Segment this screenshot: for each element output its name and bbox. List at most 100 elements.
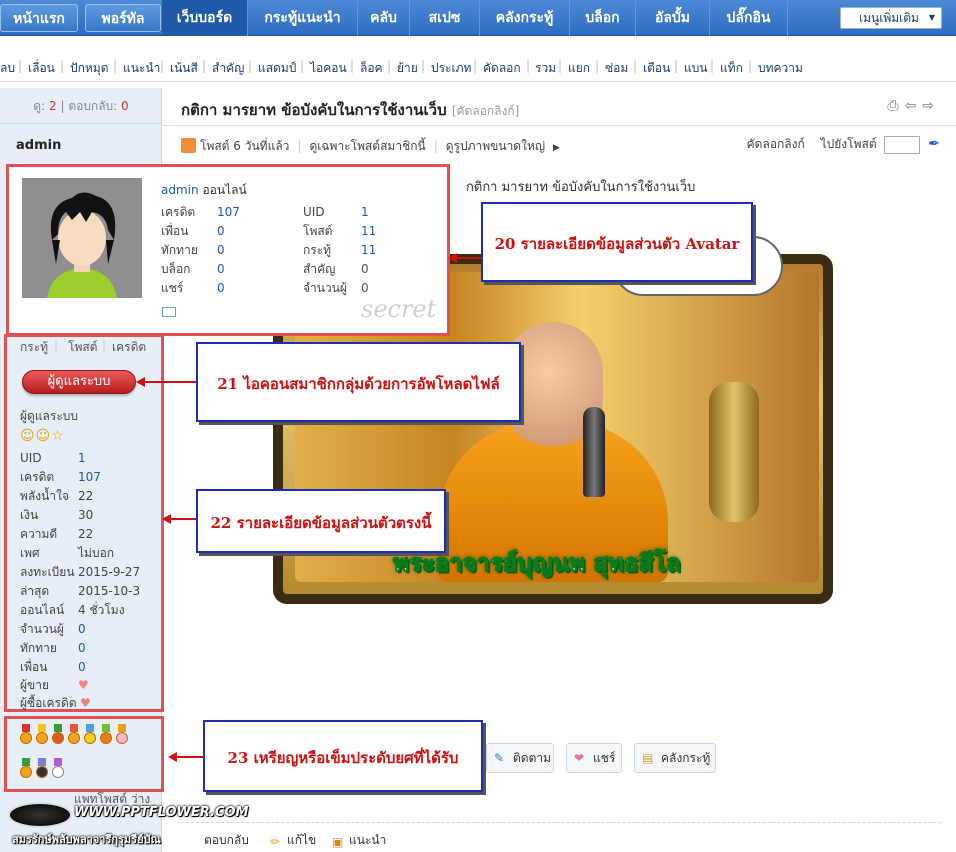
copy-link-button[interactable]: คัดลอกลิงก์ — [747, 137, 805, 151]
medal-icon[interactable] — [36, 724, 48, 744]
profile-value: 30 — [78, 508, 94, 522]
mod-warn[interactable]: เตือน — [643, 59, 670, 78]
profile-label: เพื่อน — [20, 660, 48, 674]
more-menu-dropdown[interactable]: เมนูเพิ่มเติม ▼ — [840, 7, 942, 29]
reply-label: ตอบกลับ — [204, 833, 249, 847]
mod-tag[interactable]: แท็ก — [720, 59, 743, 78]
profile-value[interactable]: 107 — [78, 468, 101, 487]
nav-blog[interactable]: บล็อก — [570, 0, 636, 36]
profile-label: ความดี — [20, 527, 58, 541]
user-group-badge[interactable]: ผู้ดูแลระบบ — [22, 370, 136, 394]
only-author-link[interactable]: ดูเฉพาะโพสต์สมาชิกนี้ — [309, 139, 425, 153]
divider: | — [387, 59, 392, 73]
mod-highlight[interactable]: เน้นสี — [170, 59, 198, 78]
nav-recommended[interactable]: กระทู้แนะนำ — [248, 0, 358, 36]
nav-archive[interactable]: คลังกระทู้ — [480, 0, 570, 36]
stat-value[interactable]: 0 — [217, 222, 225, 241]
recommend-button[interactable]: ▣ แนะนำ — [332, 831, 386, 850]
medal-icon[interactable] — [84, 724, 96, 744]
divider: | — [60, 59, 65, 73]
divider: | — [674, 59, 679, 73]
mod-type[interactable]: ประเภท — [431, 59, 471, 78]
medal-icon[interactable] — [52, 724, 64, 744]
thread-stats: ดู: 2 | ตอบกลับ: 0 — [0, 88, 162, 124]
mod-recommend[interactable]: แนะนำ — [123, 59, 160, 78]
mod-copy[interactable]: คัดลอก — [483, 59, 521, 78]
mod-stamp[interactable]: แสดมป์ — [258, 59, 296, 78]
stat-value[interactable]: 1 — [361, 203, 369, 222]
arrow-line — [456, 257, 482, 259]
stat-label: แชร์ — [161, 281, 184, 295]
medal-icon[interactable] — [36, 758, 48, 778]
mod-split[interactable]: แยก — [568, 59, 590, 78]
nav-album[interactable]: อัลบั้ม — [636, 0, 710, 36]
stat-label: สำคัญ — [303, 262, 336, 276]
stat-value[interactable]: 11 — [361, 241, 376, 260]
stat-value[interactable]: 0 — [217, 241, 225, 260]
medal-icon[interactable] — [20, 724, 32, 744]
profile-value[interactable]: 1 — [78, 449, 86, 468]
stat-label: โพสต์ — [303, 224, 333, 238]
mod-ban[interactable]: แบน — [684, 59, 708, 78]
profile-value[interactable]: 0 — [78, 639, 86, 658]
nav-plugin[interactable]: ปลั๊กอิน — [710, 0, 788, 36]
nav-portal[interactable]: พอร์ทัล — [85, 4, 161, 32]
divider — [181, 822, 941, 823]
divider: | — [558, 59, 563, 73]
stat-value[interactable]: 107 — [217, 203, 240, 222]
mod-pin[interactable]: ปักหมุด — [70, 59, 109, 78]
medals-area — [18, 722, 148, 788]
edit-button[interactable]: ✏ แก้ไข — [270, 831, 316, 850]
nav-space[interactable]: สเปซ — [410, 0, 480, 36]
large-image-link[interactable]: ดูรูปภาพขนาดใหญ่ — [446, 139, 545, 153]
avatar[interactable] — [22, 178, 142, 298]
profile-value[interactable]: 0 — [78, 620, 86, 639]
mod-repair[interactable]: ซ่อม — [605, 59, 628, 78]
medal-icon[interactable] — [68, 724, 80, 744]
nav-home[interactable]: หน้าแรก — [0, 4, 78, 32]
mod-move[interactable]: เลื่อน — [28, 59, 55, 78]
reply-button[interactable]: ตอบกลับ — [204, 831, 249, 850]
replies-label: ตอบกลับ: — [68, 99, 118, 113]
profile-value[interactable]: 0 — [78, 658, 86, 677]
profile-value: 2015-9-27 — [78, 565, 141, 579]
nav-forum[interactable]: เว็บบอร์ด — [162, 0, 248, 36]
rank-stars: ☺☺☆ — [20, 428, 65, 444]
goto-post-label: ไปยังโพสต์ — [820, 137, 877, 151]
mod-merge[interactable]: รวม — [535, 59, 556, 78]
share-button[interactable]: ❤ แชร์ — [566, 743, 622, 773]
follow-label: ติดตาม — [513, 751, 552, 765]
medal-icon[interactable] — [100, 724, 112, 744]
mod-article[interactable]: บทความ — [758, 59, 803, 78]
medal-icon[interactable] — [116, 724, 128, 744]
card-username-link[interactable]: admin — [161, 183, 199, 197]
next-thread-icon[interactable]: ⇨ — [922, 98, 940, 114]
goto-post-input[interactable] — [884, 135, 921, 154]
follow-button[interactable]: ✎ ติดตาม — [486, 743, 554, 773]
mod-important[interactable]: สำคัญ — [212, 59, 244, 78]
edit-label: แก้ไข — [287, 833, 317, 847]
stat-value[interactable]: 0 — [217, 260, 225, 279]
mod-relocate[interactable]: ย้าย — [397, 59, 418, 78]
mod-delete[interactable]: ลบ — [0, 59, 15, 78]
top-nav: หน้าแรก พอร์ทัล เว็บบอร์ด กระทู้แนะนำ คล… — [0, 0, 956, 36]
profile-card-icon[interactable] — [162, 307, 176, 317]
collect-button[interactable]: ▤ คลังกระทู้ — [634, 743, 716, 773]
play-arrow-icon[interactable]: ▶ — [553, 143, 560, 153]
author-name[interactable]: admin — [16, 138, 61, 153]
nav-club[interactable]: คลับ — [358, 0, 410, 36]
pen-icon[interactable]: ✒ — [928, 136, 940, 152]
medal-icon[interactable] — [20, 758, 32, 778]
stat-value[interactable]: 11 — [361, 222, 376, 241]
watermark-logo-icon — [8, 802, 72, 828]
post-meta-bar: โพสต์ 6 วันที่แล้ว | ดูเฉพาะโพสต์สมาชิกนี้… — [181, 137, 560, 155]
print-icon[interactable]: ⎙ — [887, 98, 904, 114]
divider: | — [473, 59, 478, 73]
mod-icon[interactable]: ไอคอน — [310, 59, 347, 78]
views-label: ดู: — [33, 99, 46, 113]
copy-link-button[interactable]: [คัดลอกลิงก์] — [452, 104, 520, 118]
medal-icon[interactable] — [52, 758, 64, 778]
prev-thread-icon[interactable]: ⇦ — [905, 98, 923, 114]
mod-lock[interactable]: ล็อค — [360, 59, 383, 78]
stat-value[interactable]: 0 — [217, 279, 225, 298]
